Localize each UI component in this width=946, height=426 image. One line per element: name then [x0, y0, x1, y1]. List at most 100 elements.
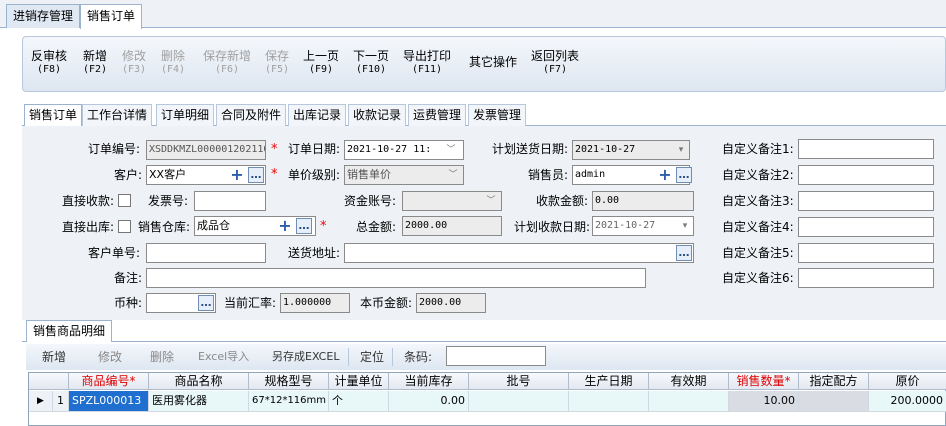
cell-formula[interactable] — [799, 391, 869, 412]
cell-expiry[interactable] — [649, 391, 729, 412]
save-as-excel-button[interactable]: 另存成EXCEL — [272, 348, 339, 366]
barcode-label: 条码: — [404, 350, 433, 364]
direct-out-checkbox[interactable] — [118, 220, 131, 233]
cell-qty[interactable]: 10.00 — [729, 391, 799, 412]
col-header-price[interactable]: 原价 — [869, 373, 946, 390]
col-header-formula[interactable]: 指定配方 — [799, 373, 869, 390]
address-label: 送货地址: — [288, 246, 341, 260]
tab-sales-items[interactable]: 销售商品明细 — [26, 320, 113, 342]
unapprove-button[interactable]: 反审核 (F8) — [31, 49, 67, 77]
tab-contract-attachments[interactable]: 合同及附件 — [216, 104, 287, 126]
calendar-icon[interactable]: ▾ — [674, 141, 688, 159]
browse-warehouse-icon[interactable]: … — [296, 218, 312, 234]
chevron-down-icon[interactable]: ﹀ — [484, 192, 498, 210]
plan-delivery-field[interactable]: 2021-10-27 — [572, 140, 690, 160]
tab-invoice-management[interactable]: 发票管理 — [468, 104, 527, 126]
col-header-batch[interactable]: 批号 — [469, 373, 569, 390]
detail-add-button[interactable]: 新增 — [42, 348, 66, 366]
add-customer-icon[interactable]: + — [230, 167, 244, 183]
browse-customer-icon[interactable]: … — [248, 167, 264, 183]
prev-page-button[interactable]: 上一页 (F9) — [303, 49, 339, 77]
tab-order-detail[interactable]: 订单明细 — [156, 104, 215, 126]
barcode-input[interactable] — [446, 346, 546, 366]
salesperson-field[interactable]: admin — [572, 165, 690, 185]
rate-label: 当前汇率: — [224, 296, 277, 310]
calendar-icon[interactable]: ▾ — [678, 217, 692, 235]
col-header-spec[interactable]: 规格型号 — [249, 373, 329, 390]
custom-remark-6-field[interactable] — [798, 268, 934, 288]
browse-currency-icon[interactable]: … — [198, 295, 214, 311]
rate-field[interactable]: 1.000000 — [280, 293, 350, 313]
col-header-qty[interactable]: 销售数量* — [729, 373, 799, 390]
cell-name[interactable]: 医用雾化器 — [149, 391, 249, 412]
add-salesperson-icon[interactable]: + — [658, 167, 672, 183]
next-page-button[interactable]: 下一页 (F10) — [353, 49, 389, 77]
browse-salesperson-icon[interactable]: … — [676, 167, 692, 183]
excel-import-button[interactable]: Excel导入 — [198, 348, 249, 366]
currency-label: 币种: — [114, 296, 143, 310]
locate-button[interactable]: 定位 — [360, 348, 384, 366]
custom-remark-5-field[interactable] — [798, 243, 934, 263]
custom-remark-1-label: 自定义备注1: — [722, 142, 794, 156]
add-button[interactable]: 新增 (F2) — [83, 49, 107, 77]
address-field[interactable] — [344, 243, 694, 263]
detail-tab-bar: 销售商品明细 — [22, 320, 946, 342]
customer-label: 客户: — [114, 168, 143, 182]
tab-receipt-records[interactable]: 收款记录 — [348, 104, 407, 126]
col-header-code[interactable]: 商品编号* — [69, 373, 149, 390]
cell-price[interactable]: 200.0000 — [869, 391, 946, 412]
total-label: 总金额: — [356, 220, 397, 234]
col-header-stock[interactable]: 当前库存 — [389, 373, 469, 390]
col-header-expiry[interactable]: 有效期 — [649, 373, 729, 390]
remark-field[interactable] — [146, 268, 646, 288]
top-tab-sales-order[interactable]: 销售订单 — [80, 4, 143, 29]
save-and-new-button[interactable]: 保存新增 (F6) — [203, 49, 251, 77]
cell-code[interactable]: SPZL000013 — [69, 391, 149, 412]
export-print-button[interactable]: 导出打印 (F11) — [403, 49, 451, 77]
cell-spec[interactable]: 67*12*116mm — [249, 391, 329, 412]
custom-remark-1-field[interactable] — [798, 139, 934, 159]
warehouse-label: 销售仓库: — [138, 220, 191, 234]
received-field[interactable]: 0.00 — [592, 191, 694, 211]
tab-freight-management[interactable]: 运费管理 — [408, 104, 467, 126]
row-index: 1 — [53, 391, 69, 412]
chevron-down-icon[interactable]: ﹀ — [444, 141, 458, 159]
total-field[interactable]: 2000.00 — [402, 216, 502, 236]
salesperson-label: 销售员: — [528, 168, 569, 182]
cell-unit[interactable]: 个 — [329, 391, 389, 412]
col-header-name[interactable]: 商品名称 — [149, 373, 249, 390]
detail-delete-button[interactable]: 删除 — [150, 348, 174, 366]
other-actions-button[interactable]: 其它操作 — [469, 55, 517, 69]
customer-order-field[interactable] — [146, 243, 266, 263]
back-to-list-button[interactable]: 返回列表 (F7) — [531, 49, 579, 77]
order-date-label: 订单日期: — [288, 142, 341, 156]
edit-button[interactable]: 修改 (F3) — [122, 49, 146, 77]
top-tab-inventory[interactable]: 进销存管理 — [6, 4, 81, 28]
custom-remark-2-field[interactable] — [798, 165, 934, 185]
add-warehouse-icon[interactable]: + — [278, 218, 292, 234]
tab-outbound-records[interactable]: 出库记录 — [288, 104, 347, 126]
col-header-prod-date[interactable]: 生产日期 — [569, 373, 649, 390]
tab-workbench-detail[interactable]: 工作台详情 — [82, 104, 153, 126]
local-amount-field[interactable]: 2000.00 — [416, 293, 486, 313]
required-marker: * — [320, 219, 327, 234]
invoice-no-field[interactable] — [194, 191, 266, 211]
cell-prod-date[interactable] — [569, 391, 649, 412]
chevron-down-icon[interactable]: ﹀ — [446, 166, 460, 184]
custom-remark-5-label: 自定义备注5: — [722, 246, 794, 260]
detail-edit-button[interactable]: 修改 — [98, 348, 122, 366]
tab-sales-order[interactable]: 销售订单 — [24, 104, 83, 127]
col-header-unit[interactable]: 计量单位 — [329, 373, 389, 390]
order-form: 订单编号: XSDDKMZL000001202110 * 订单日期: 2021-… — [22, 126, 946, 320]
order-no-field[interactable]: XSDDKMZL000001202110 — [146, 140, 266, 160]
delete-button[interactable]: 删除 (F4) — [161, 49, 185, 77]
custom-remark-3-field[interactable] — [798, 191, 934, 211]
browse-address-icon[interactable]: … — [676, 245, 692, 261]
cell-stock[interactable]: 0.00 — [389, 391, 469, 412]
custom-remark-2-label: 自定义备注2: — [722, 168, 794, 182]
direct-out-label: 直接出库: — [62, 220, 115, 234]
custom-remark-4-field[interactable] — [798, 217, 934, 237]
cell-batch[interactable] — [469, 391, 569, 412]
direct-receipt-checkbox[interactable] — [118, 194, 131, 207]
save-button[interactable]: 保存 (F5) — [265, 49, 289, 77]
